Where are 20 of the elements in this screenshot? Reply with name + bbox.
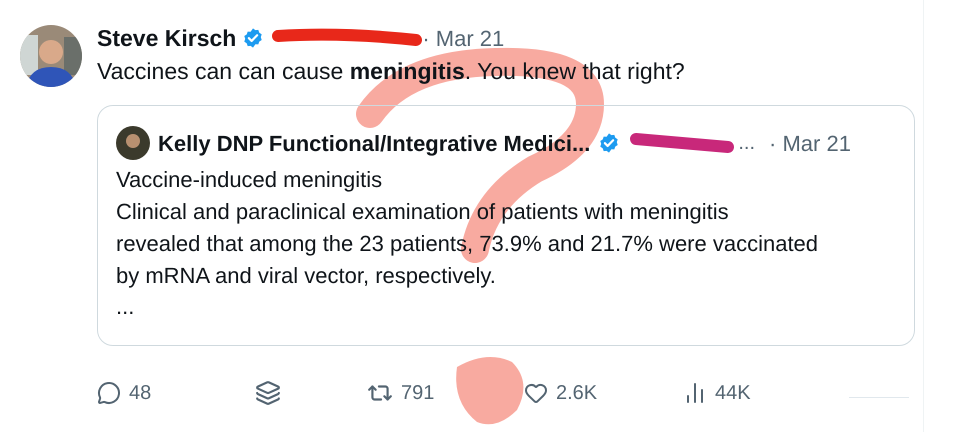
layers-icon[interactable]	[255, 380, 281, 406]
author-name[interactable]: Steve Kirsch	[97, 20, 236, 56]
handle-ellipsis: ...	[738, 131, 756, 156]
tweet-text: Vaccines can can cause meningitis. You knew that right?	[97, 57, 686, 85]
action-count: 48	[129, 381, 152, 406]
like-icon[interactable]	[524, 381, 548, 405]
quoted-date: · Mar 21	[769, 130, 851, 158]
action-count: 2.6K	[556, 381, 598, 406]
quoted-more: ...	[116, 293, 136, 321]
quoted-tweet-card[interactable]	[97, 105, 915, 346]
quoted-title: Vaccine-induced meningitis	[116, 166, 384, 194]
quoted-body-line: revealed that among the 23 patients, 73.9% and 21.7% were vaccinated	[116, 230, 820, 258]
quoted-body-line: by mRNA and viral vector, respectively.	[116, 262, 497, 290]
quoted-avatar	[116, 126, 150, 160]
action-count: 44K	[715, 381, 751, 406]
reply-icon[interactable]	[97, 381, 121, 405]
quoted-body-line: Clinical and paraclinical examination of patients with meningitis	[116, 198, 730, 226]
action-count: 791	[401, 381, 434, 406]
tweet-date[interactable]: · Mar 21	[422, 22, 504, 54]
quoted-author-name: Kelly DNP Functional/Integrative Medici...	[158, 130, 590, 158]
